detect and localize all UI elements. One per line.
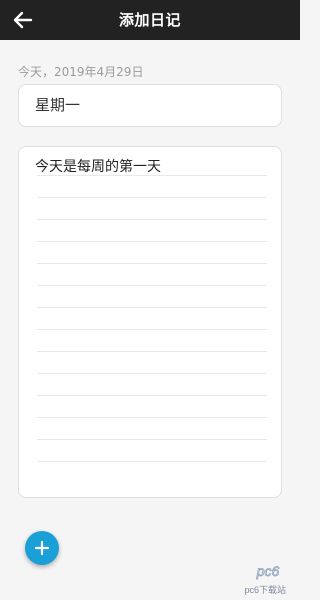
ruled-line bbox=[37, 395, 267, 396]
ruled-line bbox=[37, 329, 267, 330]
watermark-text: pc6下载站 bbox=[244, 585, 286, 595]
ruled-line bbox=[37, 461, 267, 462]
plus-icon bbox=[35, 541, 49, 555]
ruled-line bbox=[37, 351, 267, 352]
ruled-line bbox=[37, 263, 267, 264]
ruled-line bbox=[37, 219, 267, 220]
ruled-line bbox=[37, 285, 267, 286]
ruled-line bbox=[37, 197, 267, 198]
add-button[interactable] bbox=[25, 531, 59, 565]
top-app-bar: 添加日记 bbox=[0, 0, 300, 40]
diary-content-field[interactable]: 今天是每周的第一天 bbox=[18, 146, 282, 498]
diary-content-text: 今天是每周的第一天 bbox=[35, 159, 161, 175]
ruled-line bbox=[37, 175, 267, 176]
ruled-line bbox=[37, 307, 267, 308]
diary-date: 今天，2019年4月29日 bbox=[18, 65, 144, 79]
ruled-line bbox=[37, 373, 267, 374]
diary-title-text: 星期一 bbox=[35, 96, 81, 114]
page-title: 添加日记 bbox=[118, 11, 181, 29]
ruled-line bbox=[37, 417, 267, 418]
ruled-line bbox=[37, 439, 267, 440]
svg-text:pc6: pc6 bbox=[256, 563, 280, 579]
diary-title-field[interactable]: 星期一 bbox=[18, 84, 282, 127]
ruled-line bbox=[37, 241, 267, 242]
pc6-watermark-logo: pc6 bbox=[255, 563, 280, 580]
